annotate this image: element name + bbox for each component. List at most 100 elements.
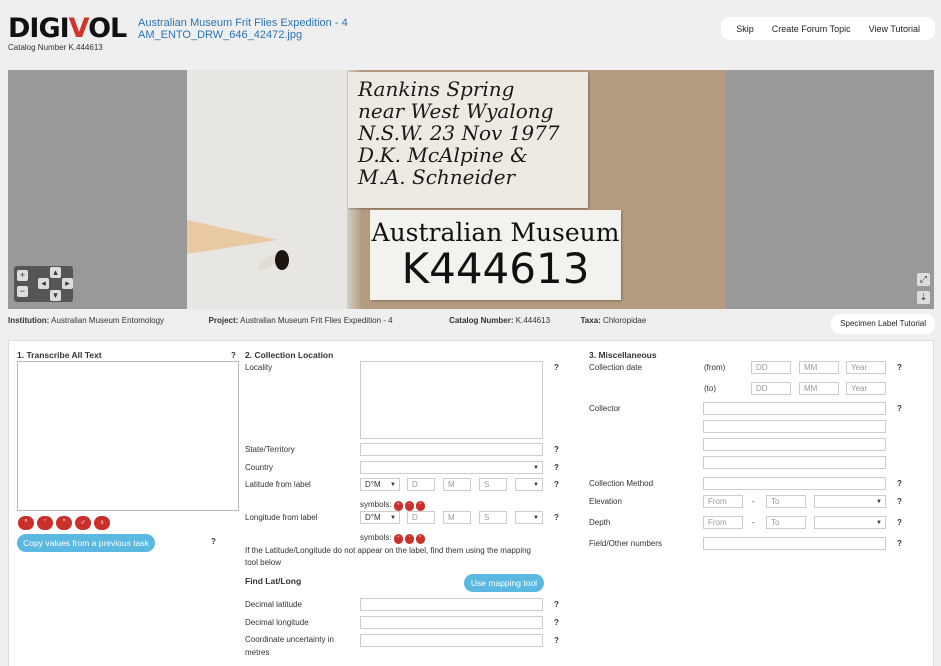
find-latlong-heading: Find Lat/Long <box>245 576 302 586</box>
female-symbol-button[interactable]: ♀ <box>94 516 110 530</box>
copy-help-icon[interactable]: ? <box>211 537 216 546</box>
transcribe-all-text-area[interactable] <box>17 361 239 511</box>
elevation-to-input[interactable]: To <box>766 495 806 508</box>
pan-left-icon[interactable]: ◂ <box>38 278 49 289</box>
printed-museum-label: Australian Museum K444613 <box>370 210 621 300</box>
collector-input-3[interactable] <box>703 438 886 451</box>
longitude-degrees-input[interactable]: D <box>407 511 435 524</box>
degree-symbol-button[interactable]: ° <box>18 516 34 530</box>
lat-degree-symbol[interactable]: ° <box>393 501 403 511</box>
latitude-symbols: symbols: ° ' " <box>360 500 427 511</box>
state-input[interactable] <box>360 443 543 456</box>
collection-method-input[interactable] <box>703 477 886 490</box>
expand-icon[interactable]: ⤢ <box>917 273 930 286</box>
from-year-input[interactable]: Year <box>846 361 886 374</box>
country-select[interactable]: ▼ <box>360 461 543 474</box>
digivol-logo[interactable]: DIGIVOL <box>8 14 127 44</box>
elevation-unit-select[interactable]: ▼ <box>814 495 886 508</box>
coordinate-uncertainty-label: Coordinate uncertainty in <box>245 635 334 644</box>
zoom-out-icon[interactable]: − <box>17 286 28 297</box>
country-help-icon[interactable]: ? <box>554 463 559 472</box>
to-month-input[interactable]: MM <box>799 382 839 395</box>
longitude-direction-select[interactable]: ▼ <box>515 511 543 524</box>
decimal-latitude-help-icon[interactable]: ? <box>554 600 559 609</box>
longitude-minutes-input[interactable]: M <box>443 511 471 524</box>
second-symbol-button[interactable]: " <box>56 516 72 530</box>
view-tutorial-button[interactable]: View Tutorial <box>860 24 929 34</box>
latitude-degrees-input[interactable]: D <box>407 478 435 491</box>
elevation-from-input[interactable]: From <box>703 495 743 508</box>
field-numbers-help-icon[interactable]: ? <box>897 539 902 548</box>
create-forum-topic-button[interactable]: Create Forum Topic <box>763 24 860 34</box>
state-help-icon[interactable]: ? <box>554 445 559 454</box>
longitude-help-icon[interactable]: ? <box>554 513 559 522</box>
section2-heading: 2. Collection Location <box>245 350 334 360</box>
collection-date-help-icon[interactable]: ? <box>897 363 902 372</box>
collector-input-1[interactable] <box>703 402 886 415</box>
latitude-help-icon[interactable]: ? <box>554 480 559 489</box>
collector-input-4[interactable] <box>703 456 886 469</box>
pan-down-icon[interactable]: ▾ <box>50 290 61 301</box>
state-label: State/Territory <box>245 445 295 454</box>
coordinate-uncertainty-help-icon[interactable]: ? <box>554 636 559 645</box>
locality-help-icon[interactable]: ? <box>554 363 559 372</box>
collection-method-help-icon[interactable]: ? <box>897 479 902 488</box>
section1-help-icon[interactable]: ? <box>231 351 236 360</box>
specimen-label-tutorial-button[interactable]: Specimen Label Tutorial <box>831 314 935 334</box>
date-from-label: (from) <box>704 363 726 372</box>
longitude-format-select[interactable]: D°M ▼ <box>360 511 400 524</box>
depth-to-input[interactable]: To <box>766 516 806 529</box>
use-mapping-tool-button[interactable]: Use mapping tool <box>464 574 544 592</box>
collector-help-icon[interactable]: ? <box>897 404 902 413</box>
decimal-longitude-help-icon[interactable]: ? <box>554 618 559 627</box>
coordinate-uncertainty-input[interactable] <box>360 634 543 647</box>
from-month-input[interactable]: MM <box>799 361 839 374</box>
expedition-title-link[interactable]: Australian Museum Frit Flies Expedition … <box>138 17 348 29</box>
longitude-seconds-input[interactable]: S <box>479 511 507 524</box>
latitude-minutes-input[interactable]: M <box>443 478 471 491</box>
to-day-input[interactable]: DD <box>751 382 791 395</box>
coordinate-uncertainty-label-unit: metres <box>245 648 270 657</box>
zoom-pan-controls: + − ▴ ◂ ▸ ▾ <box>14 266 73 302</box>
pan-right-icon[interactable]: ▸ <box>62 278 73 289</box>
longitude-label: Longitude from label <box>245 513 318 522</box>
field-numbers-input[interactable] <box>703 537 886 550</box>
copy-previous-task-button[interactable]: Copy values from a previous task <box>17 534 155 552</box>
lat-second-symbol[interactable]: " <box>415 501 425 511</box>
latitude-format-select[interactable]: D°M ▼ <box>360 478 400 491</box>
long-second-symbol[interactable]: " <box>415 534 425 544</box>
to-year-input[interactable]: Year <box>846 382 886 395</box>
collection-method-label: Collection Method <box>589 479 654 488</box>
image-filename-link[interactable]: AM_ENTO_DRW_646_42472.jpg <box>138 29 302 41</box>
lat-minute-symbol[interactable]: ' <box>404 501 414 511</box>
date-to-label: (to) <box>704 384 716 393</box>
from-day-input[interactable]: DD <box>751 361 791 374</box>
elevation-dash: - <box>752 497 755 506</box>
locality-textarea[interactable] <box>360 361 543 439</box>
pin-icon[interactable]: ⇣ <box>917 291 930 304</box>
minute-symbol-button[interactable]: ' <box>37 516 53 530</box>
long-degree-symbol[interactable]: ° <box>393 534 403 544</box>
collection-date-label: Collection date <box>589 363 642 372</box>
depth-from-input[interactable]: From <box>703 516 743 529</box>
top-actions: Skip Create Forum Topic View Tutorial <box>721 17 935 40</box>
skip-button[interactable]: Skip <box>727 24 763 34</box>
decimal-longitude-input[interactable] <box>360 616 543 629</box>
collector-input-2[interactable] <box>703 420 886 433</box>
pan-up-icon[interactable]: ▴ <box>50 267 61 278</box>
zoom-in-icon[interactable]: + <box>17 270 28 281</box>
collector-label: Collector <box>589 404 621 413</box>
latitude-direction-select[interactable]: ▼ <box>515 478 543 491</box>
specimen-fly <box>275 250 289 270</box>
depth-label: Depth <box>589 518 611 527</box>
latitude-seconds-input[interactable]: S <box>479 478 507 491</box>
male-symbol-button[interactable]: ♂ <box>75 516 91 530</box>
long-minute-symbol[interactable]: ' <box>404 534 414 544</box>
depth-unit-select[interactable]: ▼ <box>814 516 886 529</box>
depth-help-icon[interactable]: ? <box>897 518 902 527</box>
elevation-help-icon[interactable]: ? <box>897 497 902 506</box>
specimen-info-bar: Institution: Australian Museum Entomolog… <box>8 316 647 325</box>
decimal-latitude-input[interactable] <box>360 598 543 611</box>
section3-heading: 3. Miscellaneous <box>589 350 657 360</box>
image-viewer[interactable]: Rankins Spring near West Wyalong N.S.W. … <box>8 70 934 309</box>
